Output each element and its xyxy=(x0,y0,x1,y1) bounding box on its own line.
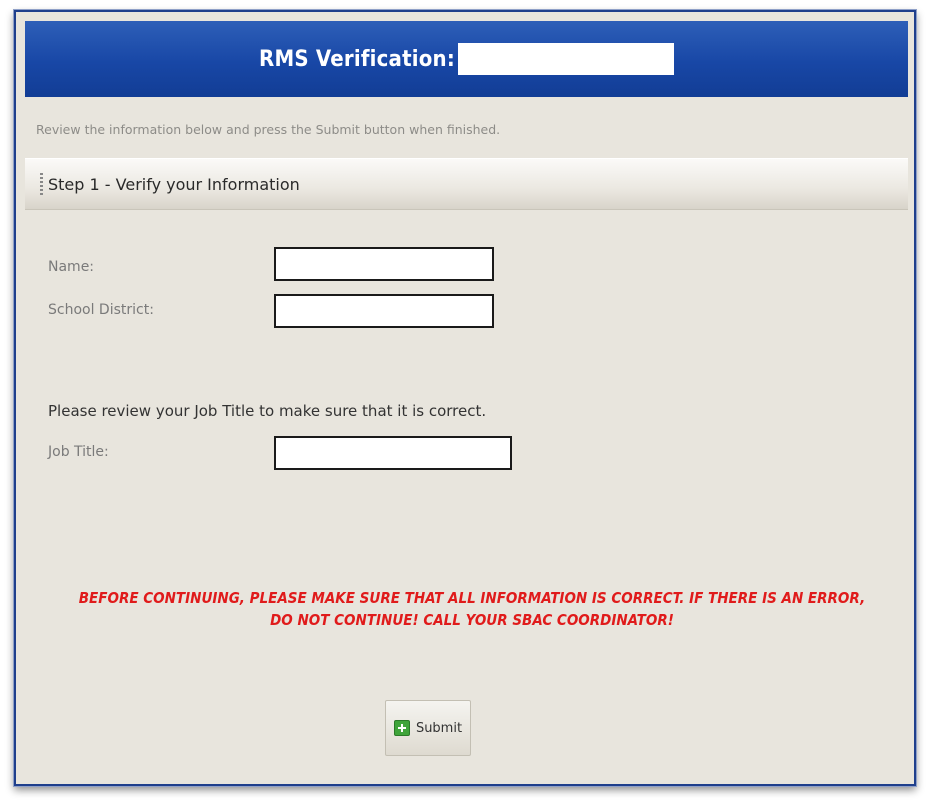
submit-label: Submit xyxy=(415,720,463,736)
job-title-label: Job Title: xyxy=(48,444,109,460)
verification-value-field xyxy=(457,43,674,75)
panel-header: RMS Verification: xyxy=(25,21,908,97)
name-label: Name: xyxy=(48,259,95,275)
warning-line-2: DO NOT CONTINUE! CALL YOUR SBAC COORDINA… xyxy=(270,611,674,629)
job-title-review-note: Please review your Job Title to make sur… xyxy=(48,402,487,420)
instructions-text: Review the information below and press t… xyxy=(36,122,501,137)
verification-panel: RMS Verification: Review the information… xyxy=(14,10,916,786)
add-icon xyxy=(393,720,410,736)
job-title-field[interactable] xyxy=(274,436,512,470)
warning-line-1: BEFORE CONTINUING, PLEASE MAKE SURE THAT… xyxy=(78,589,866,607)
school-district-label: School District: xyxy=(48,302,154,318)
school-district-field[interactable] xyxy=(274,294,494,328)
warning-message: BEFORE CONTINUING, PLEASE MAKE SURE THAT… xyxy=(38,587,906,631)
name-field[interactable] xyxy=(274,247,494,281)
grip-icon xyxy=(40,173,43,195)
step-header: Step 1 - Verify your Information xyxy=(25,158,908,210)
submit-button[interactable]: Submit xyxy=(385,700,471,756)
step-title: Step 1 - Verify your Information xyxy=(48,174,300,194)
panel-title: RMS Verification: xyxy=(259,46,455,72)
